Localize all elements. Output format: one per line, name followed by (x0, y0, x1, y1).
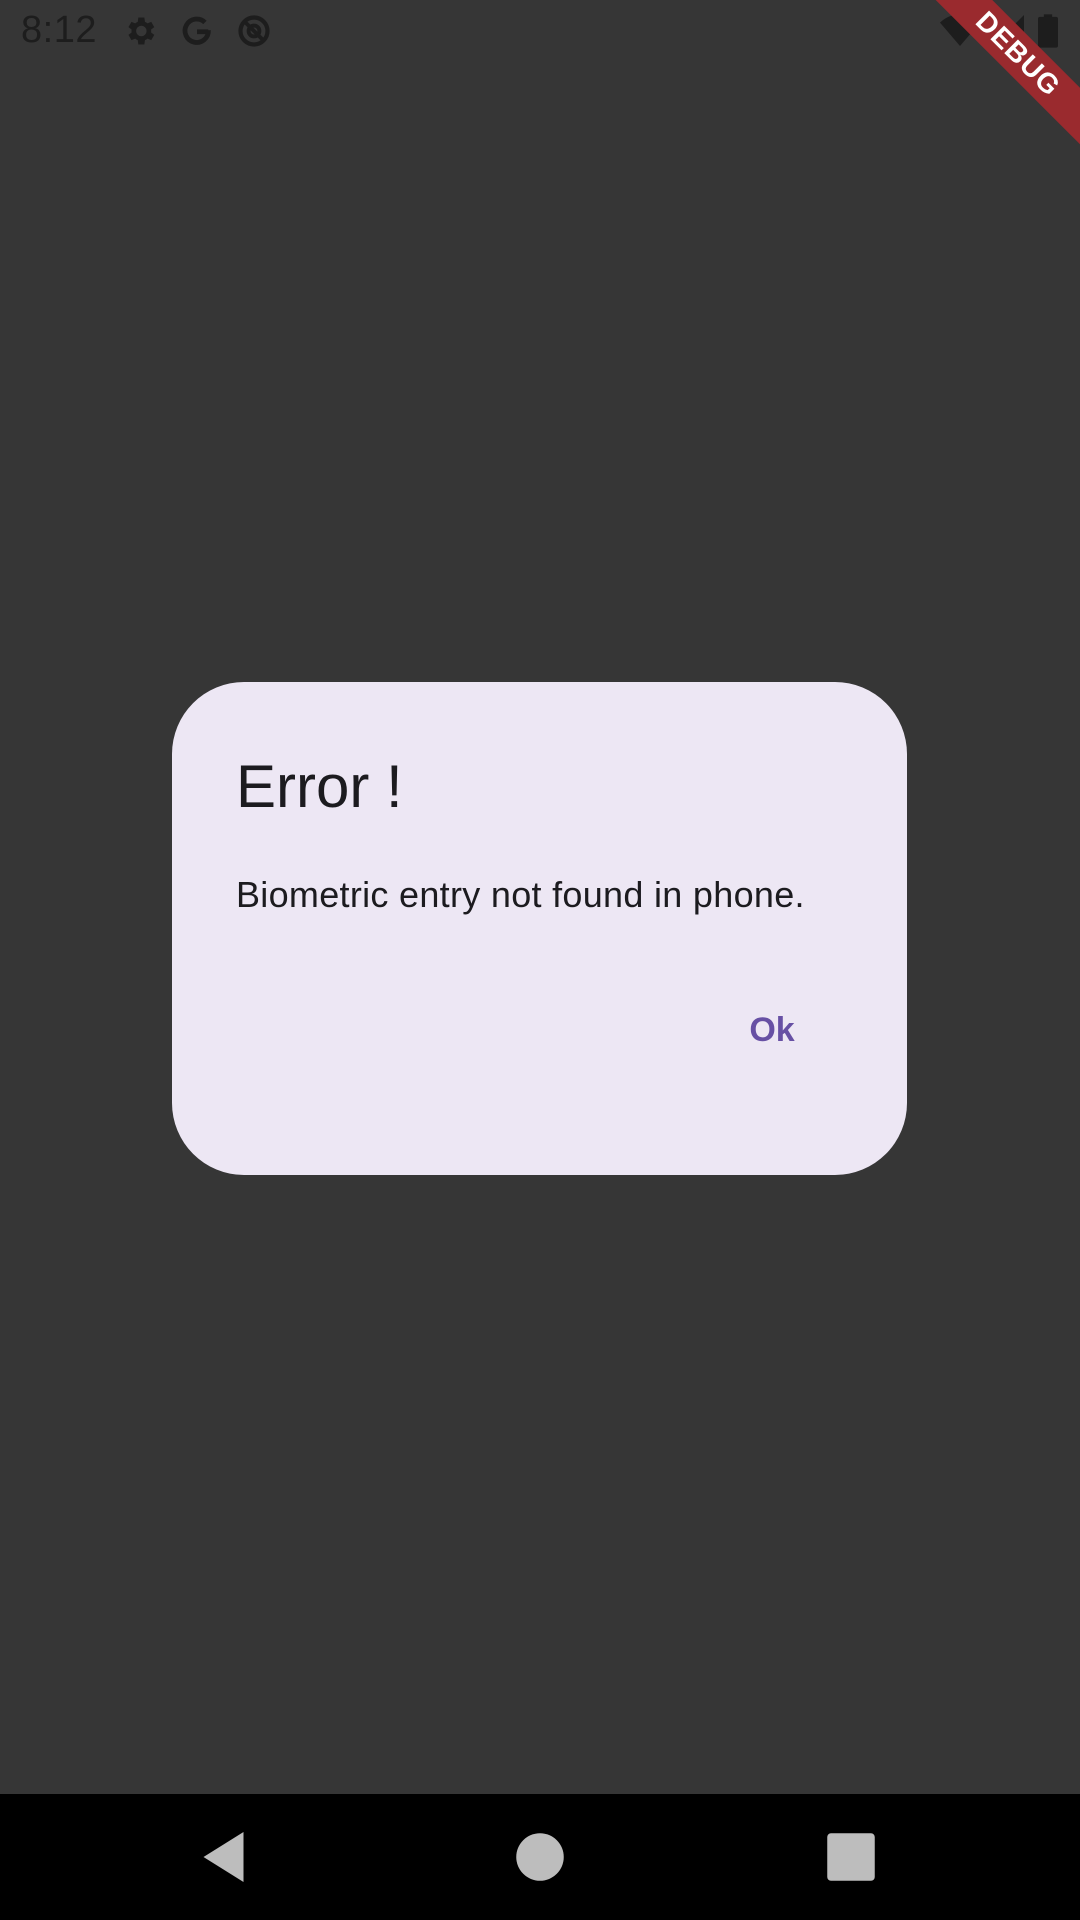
gear-icon (128, 17, 155, 45)
recents-icon[interactable] (821, 1827, 881, 1887)
status-time: 8:12 (21, 9, 97, 51)
debug-label: DEBUG (920, 0, 1080, 153)
google-icon (182, 16, 211, 45)
ok-button[interactable]: Ok (712, 1000, 832, 1060)
alert-dialog: Error ! Biometric entry not found in pho… (172, 682, 907, 1175)
debug-banner: DEBUG (920, 0, 1080, 160)
dialog-title: Error ! (236, 753, 403, 820)
dialog-message: Biometric entry not found in phone. (236, 874, 805, 915)
home-icon[interactable] (510, 1827, 570, 1887)
status-bar: 8:12 (0, 0, 1080, 63)
back-icon[interactable] (196, 1827, 256, 1887)
navigation-bar (0, 1794, 1080, 1920)
screen: 8:12 DEBUG Error ! Biometric entry not f… (0, 0, 1080, 1920)
at-sign-icon (238, 15, 270, 47)
